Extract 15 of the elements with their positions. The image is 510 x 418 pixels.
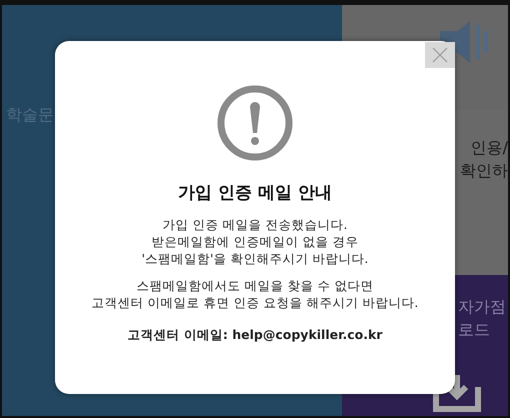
dialog-title: 가입 인증 메일 안내 [178,182,332,204]
exclamation-icon [217,85,293,161]
close-icon [432,47,448,63]
side-text: 확인하 [460,161,508,182]
close-button[interactable] [425,42,455,68]
side-text: 인용/ [470,138,508,159]
message-text: 가입 인증 메일을 전송했습니다. [162,216,348,233]
message-text: 스팸메일함에서도 메일을 찾을 수 없다면 [136,277,374,294]
message-text: 고객센터 이메일로 휴면 인증 요청을 해주시기 바랍니다. [92,294,418,311]
message-text: 받은메일함에 인증메일이 없을 경우 [152,233,358,250]
message-text: '스팸메일함'을 확인해주시기 바랍니다. [142,250,368,267]
download-icon [432,373,482,413]
side-text: 로드 [458,320,490,341]
contact-text: 고객센터 이메일: help@copykiller.co.kr [128,327,382,344]
side-text: 자가점 [458,297,506,318]
